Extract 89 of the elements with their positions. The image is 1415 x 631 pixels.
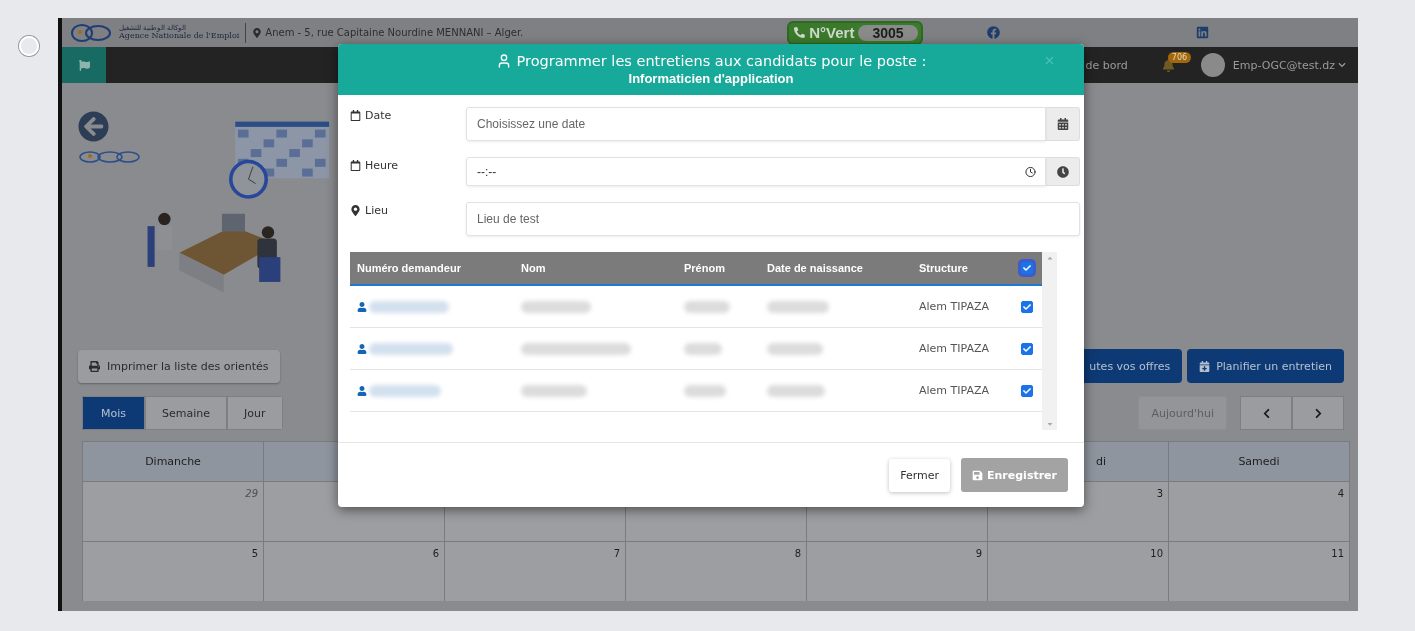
calendar-icon — [1056, 118, 1069, 130]
day-number: 8 — [794, 548, 801, 561]
chevron-down-icon[interactable] — [1338, 61, 1346, 69]
record-icon[interactable] — [19, 36, 39, 56]
calendar-day[interactable]: 4 — [1169, 481, 1350, 541]
flag-icon — [78, 59, 90, 71]
input-field[interactable]: --:-- — [466, 157, 1046, 186]
clock-icon[interactable] — [1025, 166, 1036, 177]
avatar — [1200, 53, 1225, 77]
field-label: Date — [365, 109, 392, 122]
weekday-name: di — [1095, 455, 1106, 468]
table-cell-text: Alem TIPAZA — [918, 384, 991, 397]
calendar-day[interactable]: 10 — [988, 541, 1169, 601]
person-icon — [357, 385, 367, 396]
calendar-icon — [350, 110, 361, 121]
day-number: 7 — [613, 548, 620, 561]
calendar-button[interactable] — [1046, 107, 1080, 141]
notification-count: 706 — [1167, 51, 1192, 63]
calendar-plus-icon — [1199, 360, 1211, 372]
map-pin-icon — [252, 27, 263, 38]
address-text: Anem - 5, rue Capitaine Nourdine MENNANI – Alger. — [265, 27, 524, 38]
row-checkbox[interactable] — [1021, 300, 1033, 313]
redacted-text — [684, 300, 730, 313]
calendar-day[interactable]: 7 — [445, 541, 626, 601]
redacted-text — [767, 384, 825, 397]
column-header: Date de naissance — [766, 262, 864, 274]
calendar-icon — [350, 160, 361, 171]
row-checkbox[interactable] — [1021, 342, 1033, 355]
agency-logo-icon — [78, 150, 142, 164]
column-header: Nom — [520, 262, 547, 274]
dialog-title: Programmer les entretiens aux candidats pour le poste : — [516, 53, 927, 69]
flag-button[interactable] — [62, 47, 106, 83]
redacted-text — [369, 384, 441, 397]
phone-icon — [794, 27, 806, 38]
person-icon — [357, 301, 367, 312]
day-number: 10 — [1150, 548, 1163, 561]
calendar-day[interactable]: 8 — [626, 541, 807, 601]
job-title: Informaticien d'application — [628, 71, 794, 86]
calendar-day[interactable]: 11 — [1169, 541, 1350, 601]
user-menu[interactable]: Emp-OGC@test.dz — [1232, 58, 1335, 72]
column-header: Prénom — [683, 262, 726, 274]
facebook-icon[interactable] — [986, 26, 1000, 39]
schedule-interview-button[interactable]: Planifier un entretien — [1187, 349, 1344, 383]
select-all-checkbox[interactable] — [1021, 262, 1033, 274]
redacted-text — [684, 384, 726, 397]
input-field[interactable]: Lieu de test — [466, 202, 1080, 236]
hotline-label: N°Vert — [809, 24, 855, 41]
table-cell-text: Alem TIPAZA — [918, 342, 991, 355]
day-number: 6 — [432, 548, 439, 561]
close-button[interactable]: Fermer — [889, 458, 950, 492]
printer-icon — [89, 360, 100, 372]
hotline-number: 3005 — [858, 24, 918, 41]
weekday-name: Dimanche — [145, 455, 201, 468]
column-header: Structure — [918, 262, 969, 274]
field-label: Heure — [365, 159, 399, 172]
redacted-text — [767, 342, 823, 355]
nav-link[interactable]: de bord — [1085, 58, 1128, 72]
redacted-text — [684, 342, 722, 355]
calendar-day[interactable]: 5 — [83, 541, 264, 601]
calendar-day[interactable]: 6 — [264, 541, 445, 601]
redacted-text — [521, 384, 587, 397]
day-number: 5 — [251, 548, 258, 561]
clock-button[interactable] — [1046, 157, 1080, 186]
clock-icon — [1056, 165, 1069, 178]
field-label: Lieu — [365, 204, 388, 217]
view-tab[interactable]: Jour — [227, 396, 283, 430]
logo-name-text: Agence Nationale de l'Emploi — [119, 31, 240, 41]
linkedin-icon[interactable] — [1195, 26, 1209, 39]
column-header: Numéro demandeur — [356, 262, 462, 274]
day-number: 9 — [975, 548, 982, 561]
print-button[interactable]: Imprimer la liste des orientés — [78, 349, 280, 383]
person-icon — [357, 343, 367, 354]
bell-icon[interactable] — [1161, 58, 1175, 72]
input-field[interactable]: Choisissez une date — [466, 107, 1046, 141]
day-number: 4 — [1337, 488, 1344, 501]
day-number: 11 — [1331, 548, 1344, 561]
calendar-day[interactable]: 9 — [807, 541, 988, 601]
row-checkbox[interactable] — [1021, 384, 1033, 397]
table-cell-text: Alem TIPAZA — [918, 300, 991, 313]
day-number: 3 — [1156, 488, 1163, 501]
view-tab[interactable]: Mois — [82, 396, 145, 430]
view-tab[interactable]: Semaine — [145, 396, 228, 430]
redacted-text — [521, 300, 591, 313]
map-pin-icon — [350, 205, 361, 216]
redacted-text — [767, 300, 829, 313]
back-icon[interactable] — [78, 111, 109, 142]
day-number: 29 — [245, 488, 258, 501]
calendar-day[interactable]: 29 — [83, 481, 264, 541]
weekday-name: Samedi — [1238, 455, 1280, 468]
